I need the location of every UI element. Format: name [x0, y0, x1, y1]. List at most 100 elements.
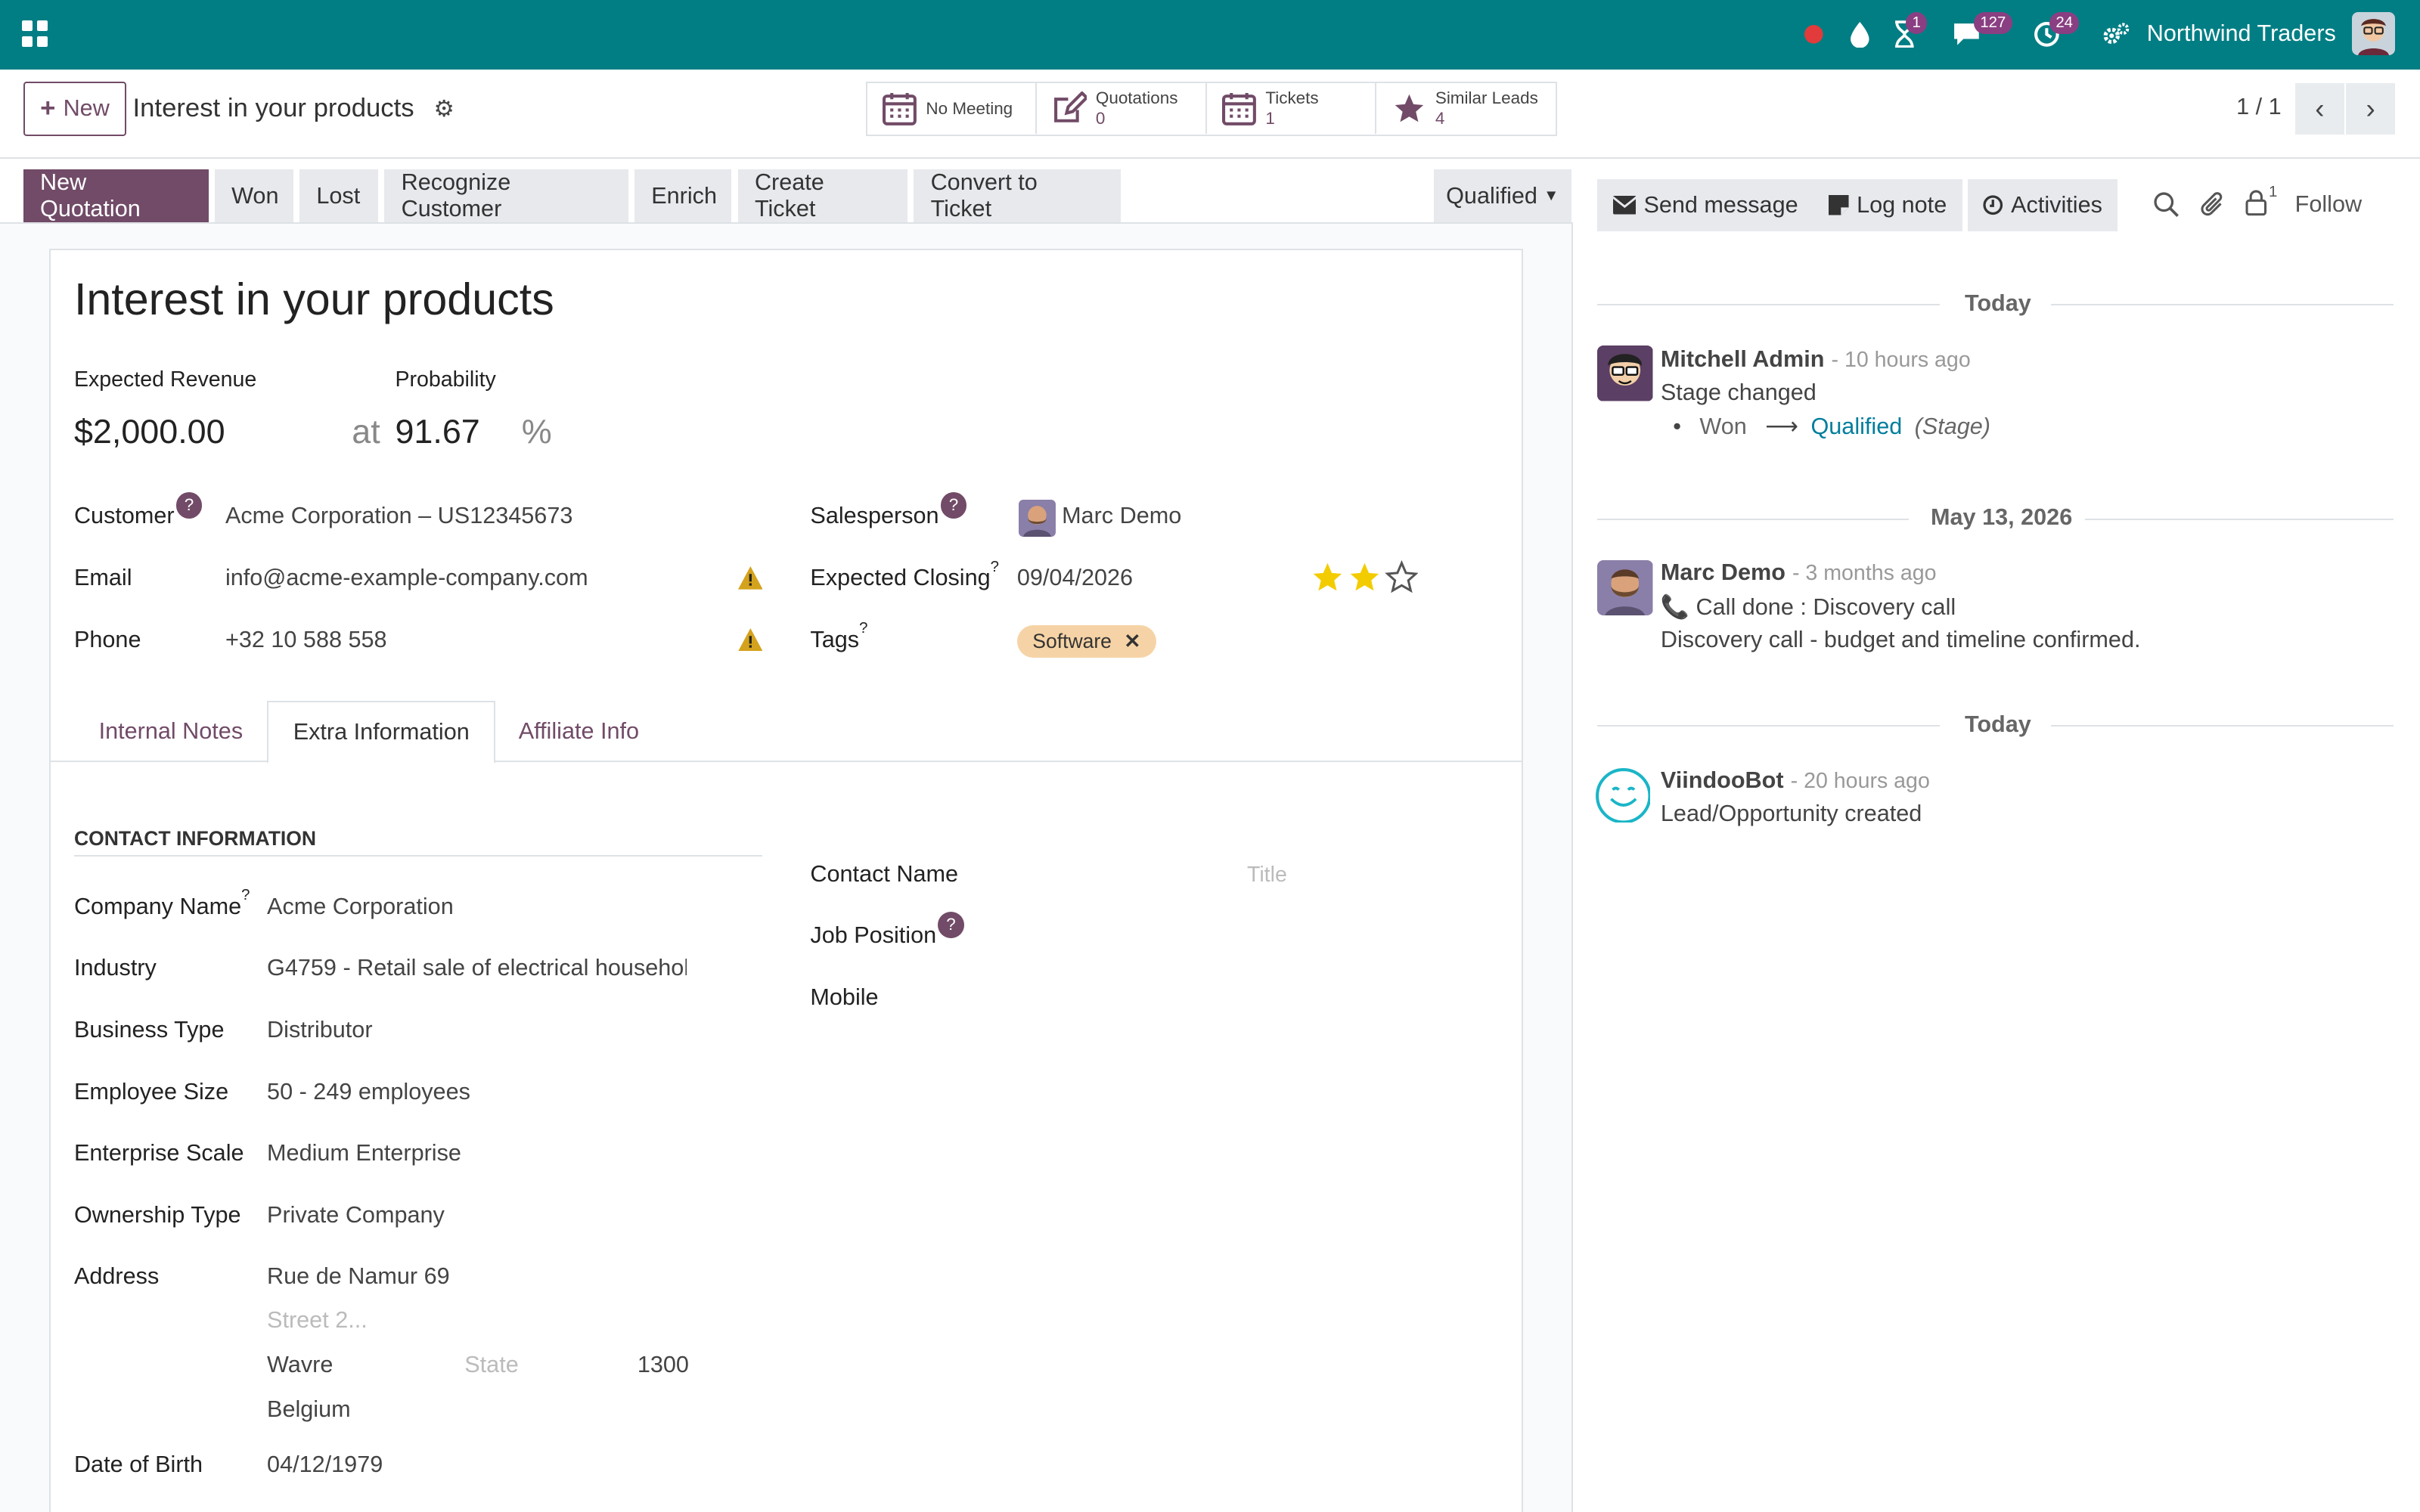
activities-button[interactable]: Activities — [1968, 178, 2118, 232]
message-header: Mitchell Admin - 10 hours ago — [1661, 344, 1971, 373]
star-filled-icon[interactable] — [1348, 560, 1382, 594]
contact-name-label: Contact Name — [810, 860, 959, 887]
city-input[interactable]: Wavre — [267, 1352, 333, 1378]
tag-software[interactable]: Software ✕ — [1016, 624, 1156, 658]
send-message-button[interactable]: Send message — [1597, 178, 1814, 232]
new-button[interactable]: + New — [23, 82, 127, 136]
settings-gears-icon[interactable] — [2102, 18, 2130, 49]
tab-internal-notes[interactable]: Internal Notes — [74, 701, 268, 763]
record-actions-gear-icon[interactable]: ⚙ — [433, 96, 454, 122]
meeting-smart-button[interactable]: No Meeting — [867, 83, 1038, 135]
user-avatar[interactable] — [2352, 12, 2396, 56]
company-name-help-mark[interactable]: ? — [241, 887, 250, 903]
recognize-customer-button[interactable]: Recognize Customer — [384, 169, 628, 222]
tickets-label: Tickets — [1265, 88, 1319, 108]
create-ticket-button[interactable]: Create Ticket — [737, 169, 908, 222]
date-separator-line — [2085, 518, 2394, 520]
mobile-label: Mobile — [810, 984, 879, 1011]
customer-value[interactable]: Acme Corporation – US12345673 — [225, 503, 572, 529]
activities-hourglass-icon[interactable]: 1 — [1892, 12, 1928, 49]
industry-value[interactable]: G4759 - Retail sale of electrical househ… — [267, 955, 687, 981]
message-author[interactable]: Marc Demo — [1661, 559, 1786, 585]
message-header: Marc Demo - 3 months ago — [1661, 557, 1937, 586]
log-note-button[interactable]: Log note — [1813, 178, 1962, 232]
job-position-help-icon[interactable]: ? — [938, 912, 964, 938]
company-name[interactable]: Northwind Traders — [2147, 20, 2336, 47]
street2-input[interactable]: Street 2... — [267, 1307, 368, 1334]
won-button[interactable]: Won — [214, 169, 293, 222]
follow-button[interactable]: Follow — [2295, 191, 2362, 218]
apps-menu-icon[interactable] — [21, 20, 50, 48]
tickets-smart-button[interactable]: Tickets 1 — [1206, 83, 1377, 135]
probability-value[interactable]: 91.67 — [395, 412, 479, 451]
expected-closing-help-mark[interactable]: ? — [991, 559, 999, 575]
search-messages-icon[interactable] — [2153, 191, 2180, 224]
record-indicator-icon[interactable] — [1803, 18, 1825, 49]
business-type-value[interactable]: Distributor — [267, 1017, 372, 1043]
contact-title-input[interactable]: Title — [1247, 863, 1287, 888]
message-time: - 20 hours ago — [1790, 769, 1930, 794]
priority-stars[interactable] — [1311, 559, 1419, 594]
lost-button[interactable]: Lost — [299, 169, 378, 222]
email-warning-icon[interactable] — [737, 565, 763, 596]
phone-warning-icon[interactable] — [737, 627, 763, 658]
customer-help-icon[interactable]: ? — [175, 492, 203, 519]
viindoobot-avatar[interactable] — [1594, 767, 1650, 823]
message-author[interactable]: Mitchell Admin — [1661, 346, 1825, 372]
marc-demo-avatar[interactable] — [1597, 559, 1653, 616]
employee-size-label: Employee Size — [73, 1078, 229, 1105]
enterprise-scale-value[interactable]: Medium Enterprise — [267, 1140, 461, 1167]
date-of-birth-value[interactable]: 04/12/1979 — [267, 1452, 383, 1478]
ownership-type-value[interactable]: Private Company — [267, 1202, 445, 1228]
message-author[interactable]: ViindooBot — [1661, 767, 1784, 793]
zip-input[interactable]: 1300 — [638, 1352, 689, 1378]
tags-help-mark[interactable]: ? — [859, 620, 867, 637]
pager-next-button[interactable]: › — [2346, 83, 2396, 135]
activity-done-text: Call done : Discovery call — [1696, 593, 1956, 620]
quotations-smart-button[interactable]: Quotations 0 — [1037, 83, 1207, 135]
star-icon — [1395, 94, 1423, 122]
salesperson-help-icon[interactable]: ? — [940, 492, 967, 519]
expected-revenue-label: Expected Revenue — [73, 367, 257, 392]
lead-title[interactable]: Interest in your products — [74, 273, 554, 325]
tab-affiliate-info[interactable]: Affiliate Info — [494, 701, 664, 763]
calendar-icon — [883, 93, 917, 126]
street-input[interactable]: Rue de Namur 69 — [267, 1263, 450, 1290]
date-separator-line — [1597, 725, 1941, 727]
mitchell-admin-avatar[interactable] — [1597, 345, 1653, 401]
stage-dropdown[interactable]: Qualified ▼ — [1433, 169, 1571, 222]
remove-tag-icon[interactable]: ✕ — [1124, 630, 1140, 653]
expected-closing-label-text: Expected Closing — [810, 564, 991, 590]
pager-previous-button[interactable]: ‹ — [2294, 83, 2344, 135]
state-input[interactable]: State — [464, 1352, 518, 1378]
activity-done-line: 📞 Call done : Discovery call — [1661, 594, 1956, 621]
company-name-value[interactable]: Acme Corporation — [267, 894, 454, 920]
timer-icon[interactable]: 24 — [2033, 12, 2080, 49]
enrich-button[interactable]: Enrich — [634, 169, 732, 222]
star-empty-icon[interactable] — [1384, 559, 1419, 594]
email-value[interactable]: info@acme-example-company.com — [225, 565, 588, 591]
notebook-tabs: Internal Notes Extra Information Affilia… — [49, 700, 1524, 764]
expected-revenue-value[interactable]: $2,000.00 — [74, 412, 225, 451]
date-separator-line — [1597, 518, 1910, 520]
industry-label: Industry — [73, 955, 157, 981]
expected-closing-value[interactable]: 09/04/2026 — [1017, 565, 1133, 591]
pager-value[interactable]: 1 / 1 — [2236, 94, 2282, 120]
followers-lock-icon[interactable] — [2245, 190, 2267, 222]
tracking-old-value: Won — [1699, 413, 1747, 439]
similar-leads-smart-button[interactable]: Similar Leads 4 — [1376, 83, 1556, 135]
salesperson-value[interactable]: Marc Demo — [1062, 503, 1181, 529]
messages-icon[interactable]: 127 — [1951, 12, 2012, 49]
country-input[interactable]: Belgium — [267, 1396, 351, 1423]
phone-value[interactable]: +32 10 588 558 — [225, 627, 387, 653]
new-quotation-button[interactable]: New Quotation — [23, 169, 209, 222]
convert-to-ticket-button[interactable]: Convert to Ticket — [914, 169, 1121, 222]
star-filled-icon[interactable] — [1311, 560, 1345, 594]
tab-extra-information[interactable]: Extra Information — [267, 700, 496, 764]
employee-size-value[interactable]: 50 - 249 employees — [267, 1079, 470, 1105]
droplet-icon[interactable] — [1849, 18, 1871, 49]
calendar-icon — [1222, 93, 1257, 126]
job-position-label: Job Position? — [810, 912, 964, 949]
attachments-paperclip-icon[interactable] — [2201, 190, 2227, 225]
message-time: - 10 hours ago — [1831, 348, 1971, 373]
